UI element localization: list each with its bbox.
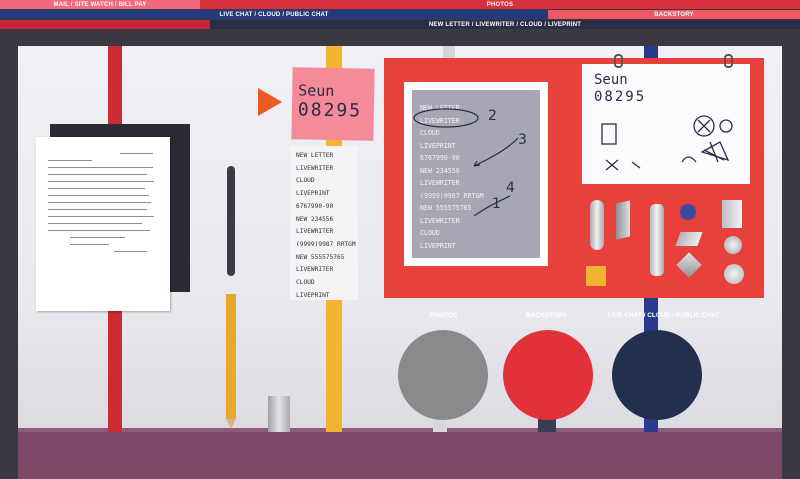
frame-item[interactable]: CLOUD <box>420 227 532 240</box>
list-item[interactable]: CLOUD <box>296 277 352 290</box>
metal-cylinder <box>268 396 290 432</box>
wedge-object <box>616 200 630 240</box>
pencil-tip <box>226 419 236 429</box>
sketch-paper-line1: Seun <box>594 72 628 88</box>
backstory-button[interactable] <box>503 330 593 420</box>
sketch-drawings <box>601 115 733 171</box>
wavy-object <box>590 200 604 250</box>
tube-object <box>650 204 664 276</box>
list-item[interactable]: LIVEWRITER <box>296 226 352 239</box>
photos-button-label[interactable]: PHOTOS <box>430 312 457 319</box>
nav-photos-link[interactable]: PHOTOS <box>200 0 800 9</box>
annotation-4: 4 <box>506 180 515 196</box>
handwritten-letter[interactable] <box>36 137 170 311</box>
annotation-2: 2 <box>488 108 497 124</box>
mirror-block <box>722 200 742 228</box>
annotation-3: 3 <box>518 132 527 148</box>
nav-mail-link[interactable]: MAIL / SITE WATCH / BILL PAY <box>0 0 200 9</box>
list-item[interactable]: LIVEPRINT <box>296 188 352 201</box>
nav-live-chat-link[interactable]: LIVE CHAT / CLOUD / PUBLIC CHAT <box>0 10 548 19</box>
sketch-paper[interactable]: Seun 08295 <box>582 64 750 184</box>
nav-mail-label: MAIL / SITE WATCH / BILL PAY <box>53 1 147 8</box>
list-item[interactable]: LIVEPRINT <box>296 290 352 303</box>
backstory-button-label[interactable]: BACKSTORY <box>526 312 567 319</box>
list-item[interactable]: LIVEWRITER <box>296 264 352 277</box>
live-chat-button-label[interactable]: LIVE CHAT / CLOUD / PUBLIC CHAT <box>608 312 719 319</box>
list-item[interactable]: NEW LETTER <box>296 150 352 163</box>
binder-clip-icon <box>614 54 623 68</box>
binder-clip-icon <box>724 54 733 68</box>
sticky-note-line1: Seun <box>298 81 335 101</box>
annotation-marks <box>413 108 519 217</box>
live-chat-button[interactable] <box>612 330 702 420</box>
frame-item[interactable]: LIVEPRINT <box>420 240 532 253</box>
list-item[interactable]: NEW 234556 <box>296 214 352 227</box>
sticky-note[interactable]: Seun 08295 <box>291 67 375 141</box>
pencil <box>226 294 236 419</box>
list-item[interactable]: 6767990-90 <box>296 201 352 214</box>
nav-new-letter-link[interactable]: NEW LETTER / LIVEWRITER / CLOUD / LIVEPR… <box>210 20 800 29</box>
play-arrow-icon[interactable] <box>258 88 282 116</box>
sketch-paper-line2: 08295 <box>594 89 647 105</box>
list-item[interactable]: CLOUD <box>296 175 352 188</box>
pen <box>227 166 235 276</box>
floor <box>18 432 782 479</box>
nav-photos-label: PHOTOS <box>486 1 514 8</box>
list-item[interactable]: NEW 555575765 <box>296 252 352 265</box>
blue-ball <box>680 204 696 220</box>
sticky-note-line2: 08295 <box>297 99 363 122</box>
scene: Seun 08295 NEW LETTER LIVEWRITER CLOUD L… <box>18 46 782 479</box>
list-item[interactable]: LIVEWRITER <box>296 163 352 176</box>
nav-backstory-label: BACKSTORY <box>654 11 694 18</box>
menu-list: NEW LETTER LIVEWRITER CLOUD LIVEPRINT 67… <box>290 146 358 300</box>
photos-button[interactable] <box>398 330 488 420</box>
ball-object <box>724 264 744 284</box>
yellow-square <box>586 266 606 286</box>
nav-backstory-link[interactable]: BACKSTORY <box>548 10 800 19</box>
nav-new-letter-label: NEW LETTER / LIVEWRITER / CLOUD / LIVEPR… <box>428 21 582 28</box>
sphere-object <box>724 236 742 254</box>
nav-live-chat-label: LIVE CHAT / CLOUD / PUBLIC CHAT <box>219 11 329 18</box>
nav-accent-strip <box>0 20 210 29</box>
annotation-1: 1 <box>492 196 501 212</box>
list-item[interactable]: (9999)9987 RRTGM <box>296 239 356 252</box>
